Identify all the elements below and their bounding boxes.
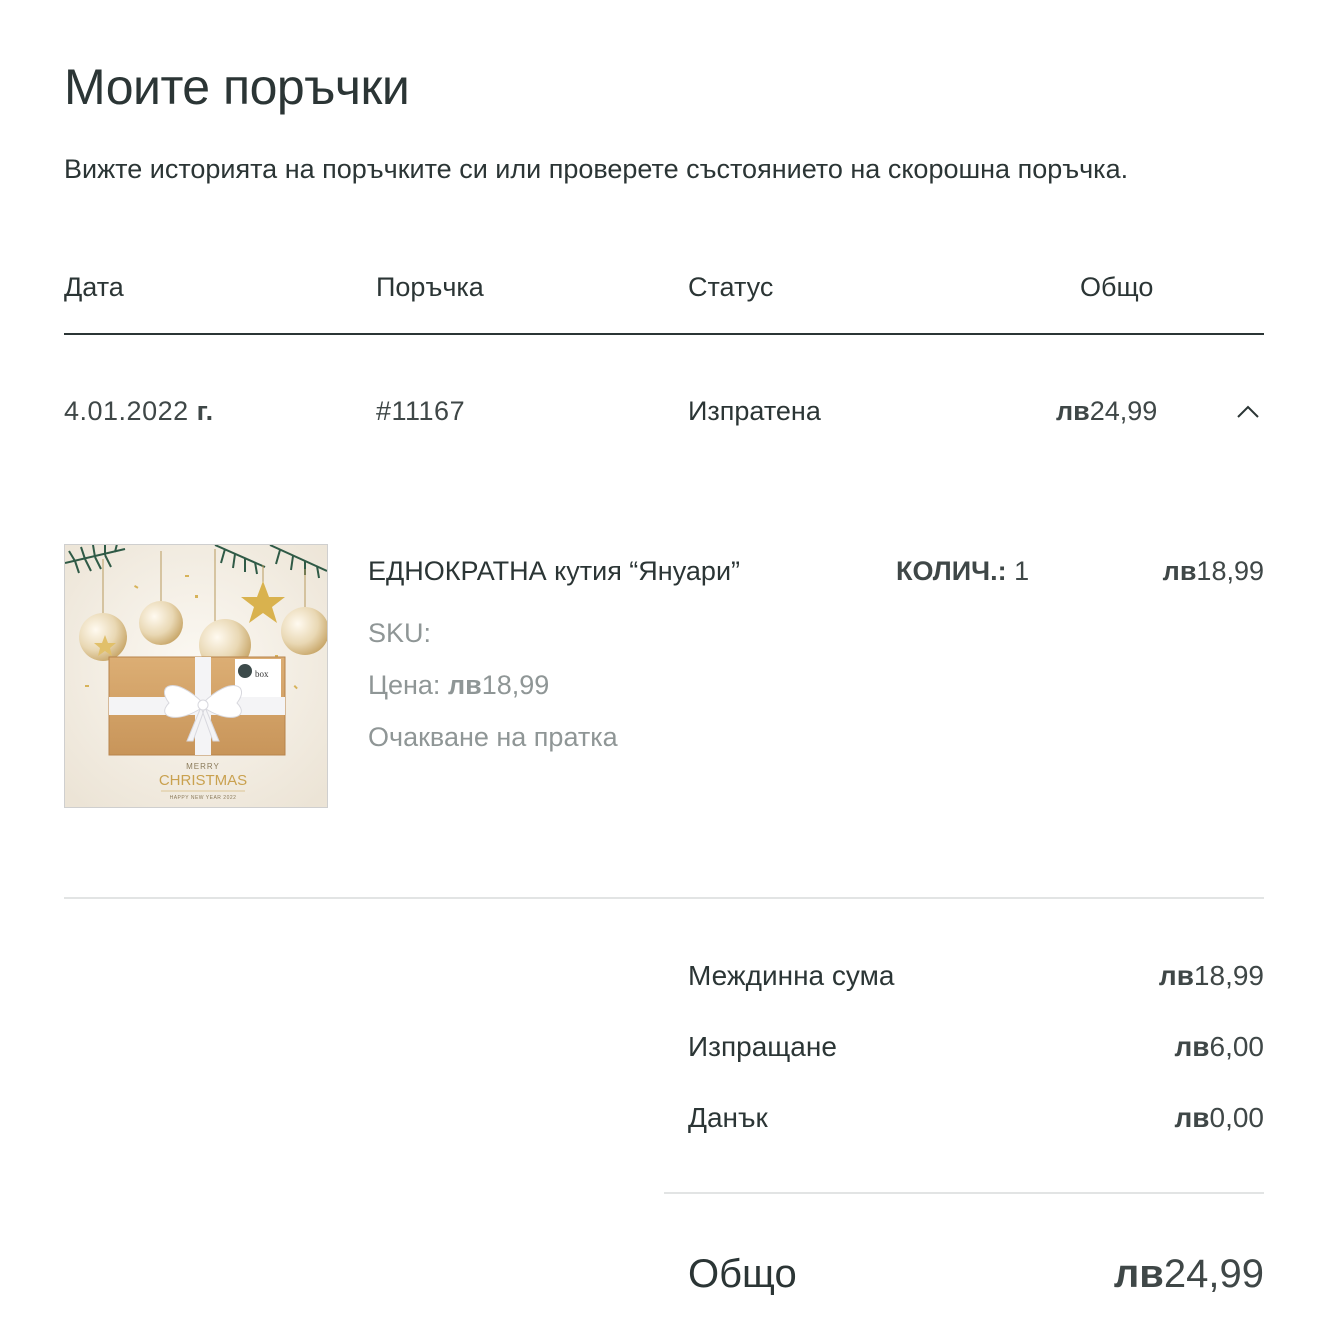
header-status: Статус [688,272,774,302]
item-quantity: КОЛИЧ.: 1 [896,556,1030,586]
item-price: лв18,99 [1162,556,1264,586]
chevron-up-icon [1237,405,1259,418]
grand-total-value: лв24,99 [1113,1252,1264,1296]
orders-table-header: Дата Поръчка Статус Общо [64,272,1264,312]
tax-label: Данък [688,1102,768,1133]
orders-page: Моите поръчки Вижте историята на поръчки… [0,0,1322,1322]
item-unit-price: Цена: лв18,99 [368,670,550,700]
subtotal-label: Междинна сума [688,960,895,991]
product-image: box MERRY CHRISTMAS HAPPY NEW YEAR 2022 [65,545,327,807]
shipping-value: лв6,00 [1174,1031,1265,1062]
order-total: лв24,99 [1056,396,1158,426]
header-divider [64,333,1264,335]
image-box-label: box [255,669,269,679]
image-merry-text: MERRY [186,762,220,771]
order-number: #11167 [376,396,466,426]
grand-total-label: Общо [688,1252,797,1296]
summary-divider [664,1192,1264,1194]
product-thumbnail[interactable]: box MERRY CHRISTMAS HAPPY NEW YEAR 2022 [64,544,328,808]
subtotal-row: Междинна сума лв18,99 [688,960,1264,1000]
page-title: Моите поръчки [64,59,410,115]
image-christmas-text: CHRISTMAS [159,772,247,789]
order-status: Изпратена [688,396,821,426]
shipping-label: Изпращане [688,1031,837,1062]
item-fulfillment-status: Очакване на пратка [368,722,618,752]
header-order: Поръчка [376,272,484,302]
tax-value: лв0,00 [1174,1102,1265,1133]
header-total: Общо [1080,272,1154,302]
order-date: 4.01.2022 г. [64,396,214,426]
image-newyear-text: HAPPY NEW YEAR 2022 [170,795,237,801]
item-sku: SKU: [368,618,432,648]
tax-row: Данък лв0,00 [688,1102,1264,1142]
page-subtitle: Вижте историята на поръчките си или пров… [64,154,1129,184]
shipping-row: Изпращане лв6,00 [688,1031,1264,1071]
header-date: Дата [64,272,124,302]
items-divider [64,897,1264,899]
grand-total-row: Общо лв24,99 [688,1252,1264,1308]
order-row[interactable]: 4.01.2022 г. #11167 Изпратена лв24,99 [64,396,1264,440]
subtotal-value: лв18,99 [1158,960,1264,991]
item-title[interactable]: ЕДНОКРАТНА кутия “Януари” [368,556,740,587]
order-collapse-toggle[interactable] [1230,394,1266,430]
